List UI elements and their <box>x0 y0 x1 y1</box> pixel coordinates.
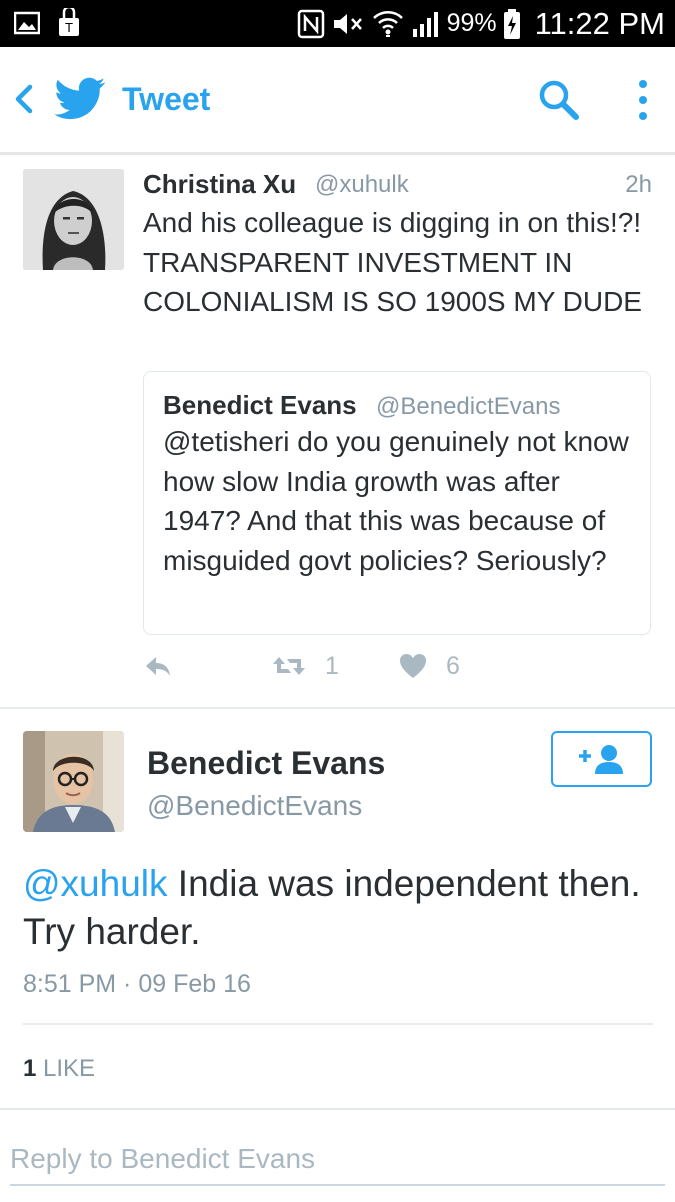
like-stat-label: LIKE <box>43 1055 96 1082</box>
page-title: Tweet <box>122 81 211 117</box>
overflow-menu-button[interactable] <box>628 77 658 123</box>
tweet-text: @xuhulk India was independent then. Try h… <box>23 860 663 956</box>
signal-icon <box>411 9 441 39</box>
search-icon <box>539 80 579 120</box>
twitter-bird-icon <box>54 77 106 121</box>
gallery-icon <box>14 11 40 35</box>
chevron-left-icon <box>15 84 33 114</box>
heart-icon <box>400 654 426 678</box>
author-handle[interactable]: @BenedictEvans <box>147 790 362 822</box>
tweet-text-line2: Try harder. <box>23 911 201 952</box>
wifi-icon <box>371 8 405 40</box>
carrier-icon: T <box>56 8 82 38</box>
reply-action[interactable] <box>143 651 173 681</box>
reply-icon <box>146 657 170 676</box>
retweet-icon <box>273 657 305 675</box>
status-bar: T 99% 11:22 PM <box>0 0 675 47</box>
battery-charging-icon <box>503 8 521 40</box>
mute-icon <box>331 9 365 39</box>
reply-input[interactable] <box>10 1134 665 1186</box>
app-bar: Tweet <box>0 47 675 155</box>
back-button[interactable] <box>10 79 40 119</box>
tweet-actions: 1 6 <box>143 651 623 687</box>
author-name[interactable]: Christina Xu <box>143 169 296 200</box>
author-name[interactable]: Benedict Evans <box>147 745 385 782</box>
quoted-author-name: Benedict Evans <box>163 390 357 420</box>
svg-text:T: T <box>64 21 73 35</box>
quoted-author-handle: @BenedictEvans <box>376 393 561 420</box>
like-action[interactable]: 6 <box>398 651 460 681</box>
follow-button[interactable] <box>551 731 652 787</box>
mention-link[interactable]: @xuhulk <box>23 863 168 904</box>
search-button[interactable] <box>536 77 582 123</box>
more-vertical-icon <box>639 80 647 120</box>
tweet-text: And his colleague is digging in on this!… <box>143 207 642 317</box>
nfc-icon <box>297 9 325 39</box>
tweet-time: 2h <box>625 171 652 198</box>
like-count: 6 <box>446 651 460 680</box>
quoted-tweet-text: @tetisheri do you genuinely not know how… <box>163 426 629 576</box>
divider <box>23 1023 653 1025</box>
author-avatar[interactable] <box>23 731 124 832</box>
retweet-count: 1 <box>325 651 339 680</box>
avatar[interactable] <box>23 169 124 270</box>
reply-bar <box>0 1108 675 1202</box>
quoted-tweet-card[interactable]: Benedict Evans @BenedictEvans @tetisheri… <box>143 371 651 635</box>
retweet-action[interactable]: 1 <box>271 651 339 681</box>
tweet-text-line1: India was independent then. <box>167 863 641 904</box>
clock: 11:22 PM <box>534 5 665 41</box>
like-stat-count: 1 <box>23 1055 37 1082</box>
battery-percentage: 99% <box>446 9 497 37</box>
like-stats[interactable]: 1 LIKE <box>23 1055 95 1083</box>
add-user-icon <box>578 745 623 774</box>
author-handle[interactable]: @xuhulk <box>315 171 409 199</box>
tweet-timestamp[interactable]: 8:51 PM · 09 Feb 16 <box>23 970 251 999</box>
in-reply-to-tweet[interactable]: Christina Xu @xuhulk 2h And his colleagu… <box>0 155 675 709</box>
